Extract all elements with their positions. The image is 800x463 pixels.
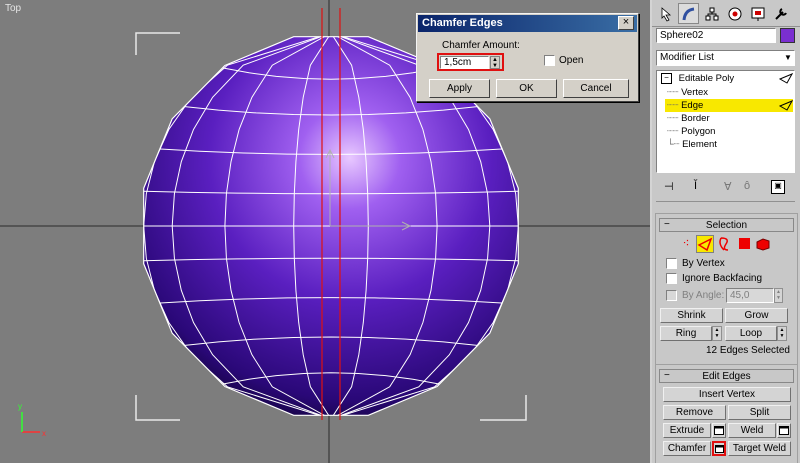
- chamfer-button[interactable]: Chamfer: [663, 441, 711, 456]
- svg-text:y: y: [18, 402, 22, 411]
- weld-button[interactable]: Weld: [728, 423, 776, 438]
- remove-modifier-icon[interactable]: ô: [744, 180, 750, 192]
- stack-item-border[interactable]: ┈┈ Border: [667, 113, 797, 126]
- show-end-result-icon[interactable]: Ĭ: [694, 180, 697, 192]
- angle-spinner[interactable]: ▲ ▼: [774, 288, 783, 303]
- insert-vertex-button[interactable]: Insert Vertex: [663, 387, 791, 402]
- modify-icon[interactable]: [678, 3, 699, 24]
- chevron-down-icon[interactable]: ▼: [782, 52, 794, 64]
- by-vertex-label: By Vertex: [682, 258, 725, 269]
- shrink-button[interactable]: Shrink: [660, 308, 723, 323]
- ignore-backfacing-checkbox[interactable]: [666, 273, 677, 284]
- border-mode-icon[interactable]: [716, 236, 732, 252]
- utilities-icon[interactable]: [770, 3, 791, 24]
- ignore-backfacing-label: Ignore Backfacing: [682, 273, 763, 284]
- edge-mode-icon[interactable]: [696, 235, 714, 253]
- chamfer-edges-dialog: Chamfer Edges × Chamfer Amount: 1,5cm ▲ ▼…: [416, 13, 639, 102]
- make-unique-icon[interactable]: ∀: [724, 180, 732, 193]
- loop-button[interactable]: Loop: [725, 326, 777, 341]
- vertex-mode-icon[interactable]: ⁖: [678, 236, 694, 252]
- display-icon[interactable]: [747, 3, 768, 24]
- extrude-settings-icon[interactable]: [712, 423, 726, 438]
- extrude-button[interactable]: Extrude: [663, 423, 711, 438]
- chamfer-amount-input[interactable]: 1,5cm: [440, 56, 489, 69]
- split-button[interactable]: Split: [728, 405, 791, 420]
- create-icon[interactable]: [655, 3, 676, 24]
- ring-spinner[interactable]: ▲ ▼: [712, 326, 722, 341]
- dialog-title: Chamfer Edges: [422, 17, 503, 29]
- angle-input[interactable]: 45,0: [726, 288, 774, 303]
- selection-status: 12 Edges Selected: [706, 345, 790, 356]
- viewport-label[interactable]: Top: [5, 3, 21, 14]
- stack-item-element[interactable]: └┈ Element: [667, 139, 797, 152]
- edge-triangle-icon: [778, 99, 794, 114]
- selection-rollout-header[interactable]: − Selection: [659, 218, 794, 232]
- command-panel-tabs: [652, 0, 800, 27]
- chamfer-amount-label: Chamfer Amount:: [442, 40, 520, 51]
- svg-text:x: x: [42, 429, 46, 438]
- collapse-icon[interactable]: −: [661, 73, 672, 84]
- by-angle-checkbox[interactable]: [666, 290, 677, 301]
- element-mode-icon[interactable]: [755, 236, 771, 252]
- weld-settings-icon[interactable]: [777, 423, 791, 438]
- axis-tripod: y x: [18, 402, 46, 438]
- cancel-button[interactable]: Cancel: [563, 79, 629, 98]
- apply-button[interactable]: Apply: [429, 79, 490, 98]
- close-icon: ×: [622, 16, 630, 28]
- chamfer-settings-icon[interactable]: [712, 441, 726, 456]
- open-checkbox[interactable]: [544, 55, 555, 66]
- stack-item-editable-poly[interactable]: − Editable Poly: [661, 73, 791, 86]
- selection-title: Selection: [705, 219, 748, 231]
- command-panel: Sphere02 Modifier List ▼ − Editable Poly…: [652, 0, 800, 463]
- ring-button[interactable]: Ring: [660, 326, 712, 341]
- polygon-mode-icon[interactable]: [739, 238, 750, 249]
- target-weld-button[interactable]: Target Weld: [728, 441, 791, 456]
- edit-edges-title: Edit Edges: [702, 370, 751, 382]
- stack-item-edge[interactable]: ┈┈ Edge: [667, 100, 797, 113]
- stack-toolbar: ⊣ Ĭ ∀ ô ▣: [656, 178, 795, 198]
- grow-button[interactable]: Grow: [725, 308, 788, 323]
- modifier-list-label: Modifier List: [660, 52, 714, 63]
- collapse-icon: −: [664, 219, 670, 230]
- edit-edges-rollout-header[interactable]: − Edit Edges: [659, 369, 794, 383]
- pin-triangle-icon: [778, 72, 794, 87]
- motion-icon[interactable]: [724, 3, 745, 24]
- collapse-icon: −: [664, 370, 670, 381]
- selection-rollout: − Selection ⁖ By Vertex Ignore Backfacin…: [655, 213, 798, 365]
- dialog-title-bar[interactable]: Chamfer Edges: [418, 15, 637, 32]
- divider: [656, 201, 795, 202]
- open-label: Open: [559, 55, 584, 66]
- stack-item-polygon[interactable]: ┈┈ Polygon: [667, 126, 797, 139]
- chamfer-amount-spinner[interactable]: ▲ ▼: [490, 56, 500, 69]
- loop-spinner[interactable]: ▲ ▼: [777, 326, 787, 341]
- stack-root-label: Editable Poly: [678, 73, 735, 85]
- modifier-list-dropdown[interactable]: Modifier List: [656, 50, 795, 66]
- object-color-swatch[interactable]: [780, 28, 795, 43]
- by-vertex-checkbox[interactable]: [666, 258, 677, 269]
- modifier-stack: − Editable Poly ┈┈ Vertex ┈┈ Edge ┈┈ Bor…: [656, 70, 795, 173]
- close-button[interactable]: ×: [618, 16, 634, 30]
- hierarchy-icon[interactable]: [701, 3, 722, 24]
- remove-button[interactable]: Remove: [663, 405, 726, 420]
- edit-edges-rollout: − Edit Edges Insert Vertex Remove Split …: [655, 364, 798, 463]
- ok-button[interactable]: OK: [496, 79, 557, 98]
- by-angle-label: By Angle:: [682, 290, 725, 301]
- configure-sets-icon[interactable]: ▣: [771, 180, 785, 194]
- pin-stack-icon[interactable]: ⊣: [664, 180, 674, 193]
- object-name-field[interactable]: Sphere02: [656, 28, 776, 43]
